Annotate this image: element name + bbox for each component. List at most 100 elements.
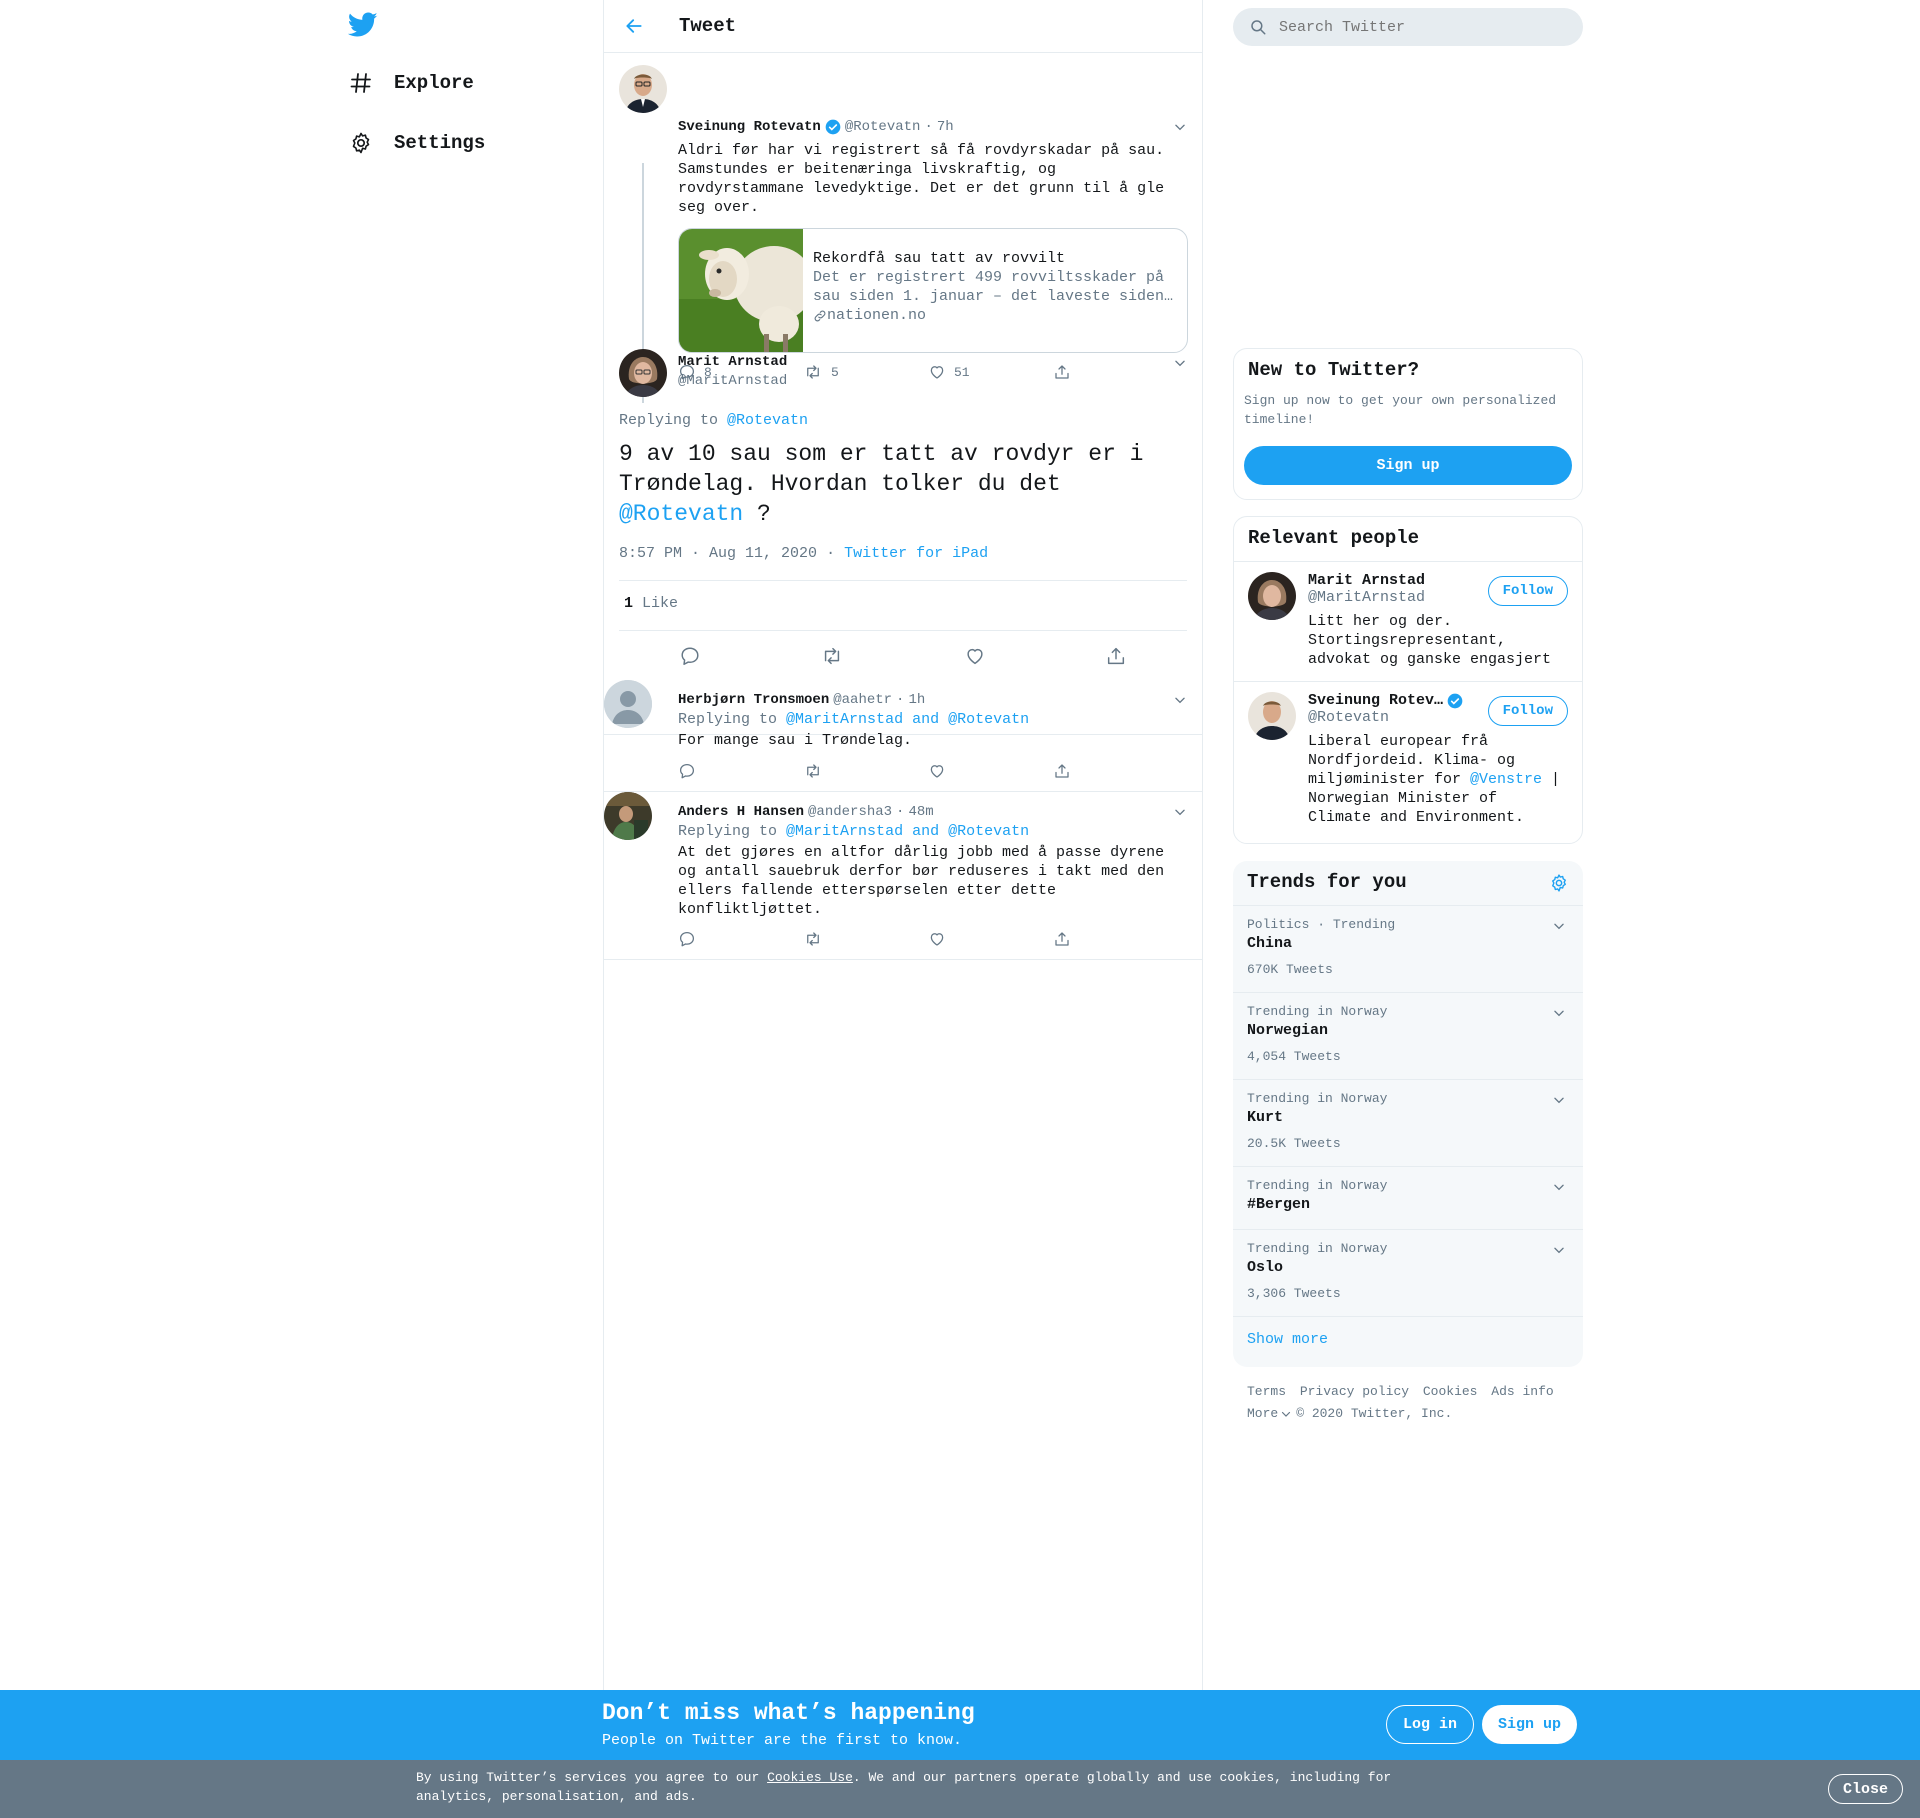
retweet-icon	[807, 764, 819, 778]
footer-link-privacy[interactable]: Privacy policy	[1300, 1384, 1409, 1399]
tweet-time[interactable]: 7h	[937, 118, 954, 136]
chevron-down-icon[interactable]	[1549, 1090, 1569, 1110]
back-button[interactable]	[614, 6, 654, 46]
link-card[interactable]: Rekordfå sau tatt av rovvilt Det er regi…	[678, 228, 1188, 353]
retweet-button[interactable]	[803, 930, 928, 948]
cookie-text: By using Twitter’s services you agree to…	[416, 1770, 1392, 1804]
trend-item[interactable]: Trending in Norway Oslo 3,306 Tweets	[1233, 1229, 1583, 1316]
show-more-label: Show more	[1247, 1331, 1329, 1348]
trend-category: Trending in Norway	[1247, 1091, 1388, 1106]
mention-link[interactable]: @Rotevatn	[619, 501, 743, 527]
follow-button[interactable]: Follow	[1487, 576, 1568, 606]
trend-name: Kurt	[1247, 1109, 1284, 1126]
tweet-text: At det gjøres en altfor dårlig jobb med …	[678, 844, 1165, 918]
search-input[interactable]	[1279, 18, 1559, 36]
author-handle[interactable]: @aahetr	[833, 691, 892, 709]
reply-icon	[681, 647, 699, 665]
tweet-timestamp[interactable]: 8:57 PM · Aug 11, 2020	[619, 545, 817, 562]
parent-tweet[interactable]: Sveinung Rotevatn @Rotevatn · 7h Aldri f…	[604, 53, 1202, 403]
tweet-text: For mange sau i Trøndelag.	[678, 732, 913, 749]
reply-button[interactable]	[678, 762, 803, 780]
chevron-down-icon[interactable]	[1549, 1240, 1569, 1260]
default-avatar-icon[interactable]	[604, 680, 652, 728]
footer: Terms Privacy policy Cookies Ads info Mo…	[1247, 1381, 1560, 1425]
author-handle[interactable]: @andersha3	[808, 803, 892, 821]
trend-item[interactable]: Trending in Norway #Bergen	[1233, 1166, 1583, 1229]
avatar[interactable]	[1248, 572, 1296, 620]
trend-count: 670K Tweets	[1247, 962, 1333, 977]
mention-link[interactable]: @Venstre	[1470, 771, 1542, 788]
person-row[interactable]: Marit Arnstad @MaritArnstad Litt her og …	[1234, 561, 1582, 681]
card-image	[679, 229, 803, 352]
footer-link-cookies[interactable]: Cookies	[1423, 1384, 1478, 1399]
reply-tweet[interactable]: Herbjørn Tronsmoen @aahetr · 1h Replying…	[604, 680, 1202, 792]
person-row[interactable]: Sveinung Rotev… @Rotevatn Liberal europe…	[1234, 681, 1582, 843]
nav-settings[interactable]: Settings	[348, 123, 485, 163]
tweet-meta: 8:57 PM · Aug 11, 2020 · Twitter for iPa…	[619, 545, 989, 562]
footer-link-terms[interactable]: Terms	[1247, 1384, 1286, 1399]
tweet-time[interactable]: 48m	[908, 803, 933, 821]
chevron-down-icon[interactable]	[1549, 1177, 1569, 1197]
chevron-down-icon[interactable]	[1170, 690, 1190, 710]
chevron-down-icon[interactable]	[1170, 117, 1190, 137]
show-more-link[interactable]: Show more	[1233, 1316, 1583, 1367]
chevron-down-icon[interactable]	[1549, 1003, 1569, 1023]
retweet-button[interactable]	[803, 762, 928, 780]
like-button[interactable]	[928, 930, 1053, 948]
avatar[interactable]	[619, 65, 667, 113]
copyright: © 2020 Twitter, Inc.	[1296, 1406, 1453, 1421]
share-icon	[1055, 932, 1069, 946]
avatar[interactable]	[1248, 692, 1296, 740]
reply-tweet[interactable]: Anders H Hansen @andersha3 · 48m Replyin…	[604, 792, 1202, 960]
twitter-bird-icon[interactable]	[348, 12, 378, 40]
separator-dot: ·	[924, 119, 933, 135]
reply-button[interactable]	[679, 645, 701, 667]
nav-explore[interactable]: Explore	[348, 63, 474, 103]
close-button[interactable]: Close	[1828, 1774, 1904, 1804]
heart-icon	[930, 765, 944, 778]
trend-item[interactable]: Politics · Trending China 670K Tweets	[1233, 905, 1583, 992]
footer-more[interactable]: More	[1247, 1403, 1292, 1425]
mention-link[interactable]: @MaritArnstad and @Rotevatn	[786, 711, 1029, 728]
nav-settings-label: Settings	[394, 132, 486, 154]
log-in-button[interactable]: Log in	[1386, 1705, 1475, 1744]
tweet-text: 9 av 10 sau som er tatt av rovdyr er i T…	[619, 441, 1144, 527]
person-name[interactable]: Sveinung Rotev…	[1308, 692, 1443, 709]
avatar[interactable]	[619, 349, 667, 397]
trend-item[interactable]: Trending in Norway Norwegian 4,054 Tweet…	[1233, 992, 1583, 1079]
author-name[interactable]: Herbjørn Tronsmoen	[678, 691, 829, 709]
share-button[interactable]	[1053, 930, 1178, 948]
trend-item[interactable]: Trending in Norway Kurt 20.5K Tweets	[1233, 1079, 1583, 1166]
author-handle[interactable]: @MaritArnstad	[678, 372, 787, 391]
gear-icon[interactable]	[1549, 873, 1569, 893]
follow-button[interactable]: Follow	[1487, 696, 1568, 726]
chevron-down-icon[interactable]	[1549, 916, 1569, 936]
author-name[interactable]: Anders H Hansen	[678, 803, 804, 821]
tweet-source[interactable]: Twitter for iPad	[844, 545, 988, 562]
like-button[interactable]	[928, 762, 1053, 780]
author-name[interactable]: Marit Arnstad	[678, 353, 787, 372]
trend-name: Norwegian	[1247, 1022, 1329, 1039]
author-handle[interactable]: @Rotevatn	[845, 118, 921, 136]
mention-link[interactable]: @MaritArnstad and @Rotevatn	[786, 823, 1029, 840]
panel-title: Trends for you	[1247, 871, 1407, 893]
cookies-use-link[interactable]: Cookies Use	[767, 1770, 853, 1785]
chevron-down-icon[interactable]	[1170, 802, 1190, 822]
chevron-down-icon[interactable]	[1170, 353, 1190, 373]
main-column: Tweet Sveinung Rotevatn @Rotevatn · 7h A…	[603, 0, 1203, 1690]
tweet-time[interactable]: 1h	[908, 691, 925, 709]
share-button[interactable]	[1105, 645, 1127, 667]
share-button[interactable]	[1053, 762, 1178, 780]
mention-link[interactable]: @Rotevatn	[727, 412, 808, 429]
sign-up-button[interactable]: Sign up	[1482, 1705, 1578, 1744]
footer-link-ads[interactable]: Ads info	[1491, 1384, 1553, 1399]
like-button[interactable]	[964, 645, 986, 667]
author-name[interactable]: Sveinung Rotevatn	[678, 118, 821, 136]
retweet-button[interactable]	[820, 645, 844, 667]
avatar[interactable]	[604, 792, 652, 840]
sign-up-button[interactable]: Sign up	[1244, 446, 1572, 485]
reply-icon	[679, 931, 695, 947]
like-stats[interactable]: 1 Like	[624, 595, 678, 612]
search-box[interactable]	[1233, 8, 1583, 46]
reply-button[interactable]	[678, 930, 803, 948]
